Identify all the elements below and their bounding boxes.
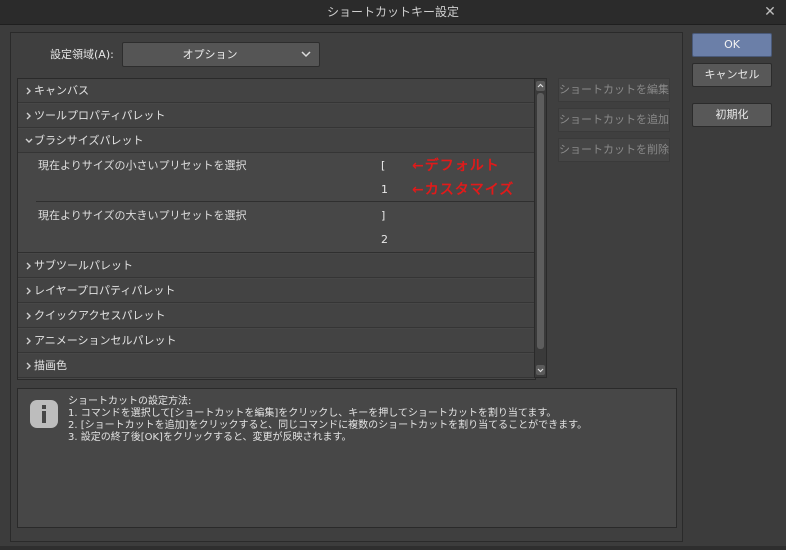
- shortcut-key: ]: [381, 209, 386, 222]
- shortcut-key: [: [381, 159, 386, 172]
- chevron-right-icon: [26, 262, 31, 270]
- chevron-right-icon: [26, 287, 31, 295]
- bottom-edge: [0, 546, 786, 550]
- cancel-button[interactable]: キャンセル: [692, 63, 772, 87]
- tree-category-label: ツールプロパティパレット: [34, 109, 166, 122]
- settings-area-value: オプション: [182, 48, 238, 61]
- tree-category-label: クイックアクセスパレット: [34, 309, 166, 322]
- shortcut-tree: キャンバス ツールプロパティパレット ブラシサイズパレット 現在よりサイズの小さ…: [17, 78, 536, 380]
- tree-item-larger-preset-alt[interactable]: 2: [18, 228, 535, 253]
- chevron-down-icon: [25, 138, 33, 143]
- settings-area-select[interactable]: オプション: [122, 42, 320, 67]
- annotation-default: ←デフォルト: [412, 158, 500, 174]
- tree-category-layer-property[interactable]: レイヤープロパティパレット: [18, 279, 535, 303]
- tree-category-label: ブラシサイズパレット: [34, 134, 144, 147]
- settings-area-label: 設定領域(A):: [50, 48, 114, 61]
- tree-category-sub-tool[interactable]: サブツールパレット: [18, 254, 535, 278]
- info-icon: [30, 400, 58, 428]
- window-title: ショートカットキー設定: [326, 5, 459, 19]
- tree-category-canvas[interactable]: キャンバス: [18, 79, 535, 103]
- chevron-up-icon: [537, 83, 544, 88]
- close-icon[interactable]: ✕: [760, 2, 780, 22]
- delete-shortcut-button[interactable]: ショートカットを削除: [558, 138, 670, 162]
- chevron-right-icon: [26, 337, 31, 345]
- shortcut-key: 2: [381, 233, 388, 246]
- command-label: 現在よりサイズの大きいプリセットを選択: [38, 209, 247, 222]
- chevron-right-icon: [26, 112, 31, 120]
- help-text: ショートカットの設定方法: 1. コマンドを選択して[ショートカットを編集]をク…: [68, 396, 587, 444]
- tree-category-quick-access[interactable]: クイックアクセスパレット: [18, 304, 535, 328]
- tree-category-label: 描画色: [34, 359, 67, 372]
- command-label: 現在よりサイズの小さいプリセットを選択: [38, 159, 247, 172]
- chevron-down-icon: [301, 51, 311, 58]
- shortcut-key: 1: [381, 183, 388, 196]
- tree-category-draw-color[interactable]: 描画色: [18, 354, 535, 378]
- tree-category-animation-cel[interactable]: アニメーションセルパレット: [18, 329, 535, 353]
- chevron-right-icon: [26, 362, 31, 370]
- tree-scrollbar[interactable]: [534, 78, 547, 378]
- add-shortcut-button[interactable]: ショートカットを追加: [558, 108, 670, 132]
- help-line-1: 1. コマンドを選択して[ショートカットを編集]をクリックし、キーを押してショー…: [68, 408, 557, 419]
- tree-category-label: キャンバス: [34, 84, 89, 97]
- help-box: ショートカットの設定方法: 1. コマンドを選択して[ショートカットを編集]をク…: [17, 388, 677, 528]
- tree-category-label: アニメーションセルパレット: [34, 334, 177, 347]
- help-line-3: 3. 設定の終了後[OK]をクリックすると、変更が反映されます。: [68, 432, 352, 443]
- tree-category-brush-size[interactable]: ブラシサイズパレット: [18, 129, 535, 153]
- tree-category-tool-property[interactable]: ツールプロパティパレット: [18, 104, 535, 128]
- scroll-up-button[interactable]: [536, 81, 545, 91]
- reset-button[interactable]: 初期化: [692, 103, 772, 127]
- chevron-down-icon: [537, 368, 544, 373]
- tree-category-label: レイヤープロパティパレット: [34, 284, 176, 297]
- chevron-right-icon: [26, 312, 31, 320]
- scroll-down-button[interactable]: [536, 365, 545, 375]
- help-heading: ショートカットの設定方法:: [68, 396, 192, 407]
- title-bar: ショートカットキー設定 ✕: [0, 0, 786, 25]
- tree-item-larger-preset[interactable]: 現在よりサイズの大きいプリセットを選択 ]: [18, 204, 535, 228]
- tree-category-label: サブツールパレット: [34, 259, 133, 272]
- chevron-right-icon: [26, 87, 31, 95]
- scroll-thumb[interactable]: [537, 93, 544, 349]
- annotation-custom: ←カスタマイズ: [412, 182, 515, 198]
- help-line-2: 2. [ショートカットを追加]をクリックすると、同じコマンドに複数のショートカッ…: [68, 420, 588, 431]
- edit-shortcut-button[interactable]: ショートカットを編集: [558, 78, 670, 102]
- ok-button[interactable]: OK: [692, 33, 772, 57]
